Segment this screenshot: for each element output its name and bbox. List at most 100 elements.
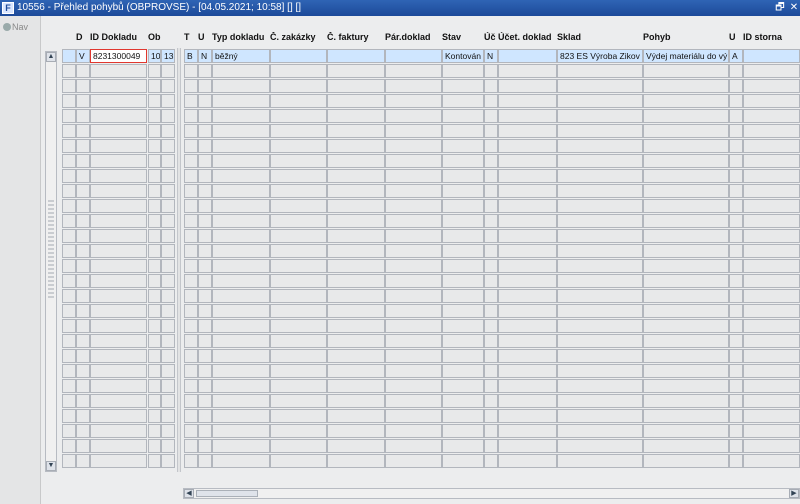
cell-ucet-doklad[interactable] [498,214,557,228]
cell-par-doklad[interactable] [385,109,442,123]
cell-c-zakazky[interactable] [270,439,327,453]
cell-t[interactable] [184,64,198,78]
cell-typ-dokladu[interactable] [212,364,270,378]
cell-par-doklad[interactable] [385,379,442,393]
close-window-button[interactable]: ✕ [788,1,800,14]
cell-c-zakazky[interactable] [270,349,327,363]
table-row[interactable] [0,64,800,79]
cell-par-doklad[interactable] [385,304,442,318]
column-header-d[interactable]: D [76,32,88,42]
cell-id-dokladu[interactable] [90,274,147,288]
cell-ob2[interactable] [161,454,175,468]
cell-ob2[interactable] [161,259,175,273]
cell-pohyb[interactable] [643,439,729,453]
cell-id-dokladu[interactable] [90,109,147,123]
cell-ob2[interactable] [161,349,175,363]
cell-marker[interactable] [62,274,76,288]
cell-d[interactable] [76,289,90,303]
table-row[interactable] [0,229,800,244]
cell-t[interactable] [184,439,198,453]
cell-c-faktury[interactable] [327,49,385,63]
cell-u[interactable] [198,214,212,228]
cell-marker[interactable] [62,214,76,228]
table-row[interactable] [0,409,800,424]
cell-par-doklad[interactable] [385,274,442,288]
cell-pohyb[interactable] [643,169,729,183]
cell-ob[interactable]: 10 [148,49,161,63]
cell-d[interactable] [76,364,90,378]
cell-u[interactable] [198,319,212,333]
cell-id-dokladu[interactable] [90,94,147,108]
cell-uc[interactable] [484,79,498,93]
cell-u2[interactable] [729,424,743,438]
cell-ob[interactable] [148,139,161,153]
horizontal-scroll-thumb[interactable] [196,490,258,497]
cell-ob[interactable] [148,244,161,258]
cell-marker[interactable] [62,154,76,168]
cell-id-dokladu[interactable] [90,214,147,228]
column-header-pohyb[interactable]: Pohyb [643,32,729,42]
cell-id-storna[interactable] [743,364,800,378]
cell-id-storna[interactable] [743,394,800,408]
cell-uc[interactable] [484,364,498,378]
cell-id-storna[interactable] [743,184,800,198]
cell-u[interactable] [198,394,212,408]
cell-ucet-doklad[interactable] [498,319,557,333]
cell-par-doklad[interactable] [385,79,442,93]
cell-ob2[interactable]: 13 [161,49,175,63]
cell-stav[interactable] [442,229,484,243]
cell-u[interactable] [198,364,212,378]
table-row[interactable] [0,109,800,124]
cell-ob[interactable] [148,169,161,183]
cell-ob2[interactable] [161,244,175,258]
cell-u2[interactable] [729,214,743,228]
table-row[interactable] [0,439,800,454]
cell-c-zakazky[interactable] [270,124,327,138]
cell-marker[interactable] [62,439,76,453]
cell-par-doklad[interactable] [385,169,442,183]
cell-id-dokladu[interactable] [90,154,147,168]
cell-ob2[interactable] [161,169,175,183]
cell-ob2[interactable] [161,184,175,198]
cell-ob2[interactable] [161,214,175,228]
cell-c-faktury[interactable] [327,154,385,168]
cell-sklad[interactable] [557,244,643,258]
cell-typ-dokladu[interactable] [212,304,270,318]
cell-uc[interactable] [484,409,498,423]
cell-stav[interactable] [442,64,484,78]
cell-stav[interactable]: Kontován [442,49,484,63]
cell-ob[interactable] [148,364,161,378]
cell-pohyb[interactable] [643,229,729,243]
scroll-right-icon[interactable]: ▶ [789,489,799,498]
cell-ob2[interactable] [161,94,175,108]
horizontal-scrollbar[interactable]: ◀ ▶ [183,488,800,499]
cell-ob2[interactable] [161,79,175,93]
cell-sklad[interactable] [557,64,643,78]
cell-sklad[interactable] [557,79,643,93]
cell-u[interactable] [198,64,212,78]
cell-t[interactable] [184,454,198,468]
cell-stav[interactable] [442,304,484,318]
cell-ucet-doklad[interactable] [498,364,557,378]
cell-id-storna[interactable] [743,139,800,153]
cell-d[interactable]: V [76,49,90,63]
cell-d[interactable] [76,349,90,363]
cell-c-faktury[interactable] [327,334,385,348]
cell-u[interactable] [198,289,212,303]
cell-c-zakazky[interactable] [270,274,327,288]
cell-par-doklad[interactable] [385,349,442,363]
cell-pohyb[interactable] [643,409,729,423]
cell-stav[interactable] [442,319,484,333]
cell-marker[interactable] [62,169,76,183]
cell-ob[interactable] [148,94,161,108]
cell-u2[interactable] [729,169,743,183]
cell-u2[interactable] [729,394,743,408]
cell-u[interactable] [198,184,212,198]
cell-t[interactable] [184,169,198,183]
column-header-c-faktury[interactable]: Č. faktury [327,32,385,42]
table-row[interactable] [0,424,800,439]
cell-typ-dokladu[interactable] [212,199,270,213]
cell-u[interactable] [198,379,212,393]
cell-stav[interactable] [442,424,484,438]
cell-c-zakazky[interactable] [270,214,327,228]
